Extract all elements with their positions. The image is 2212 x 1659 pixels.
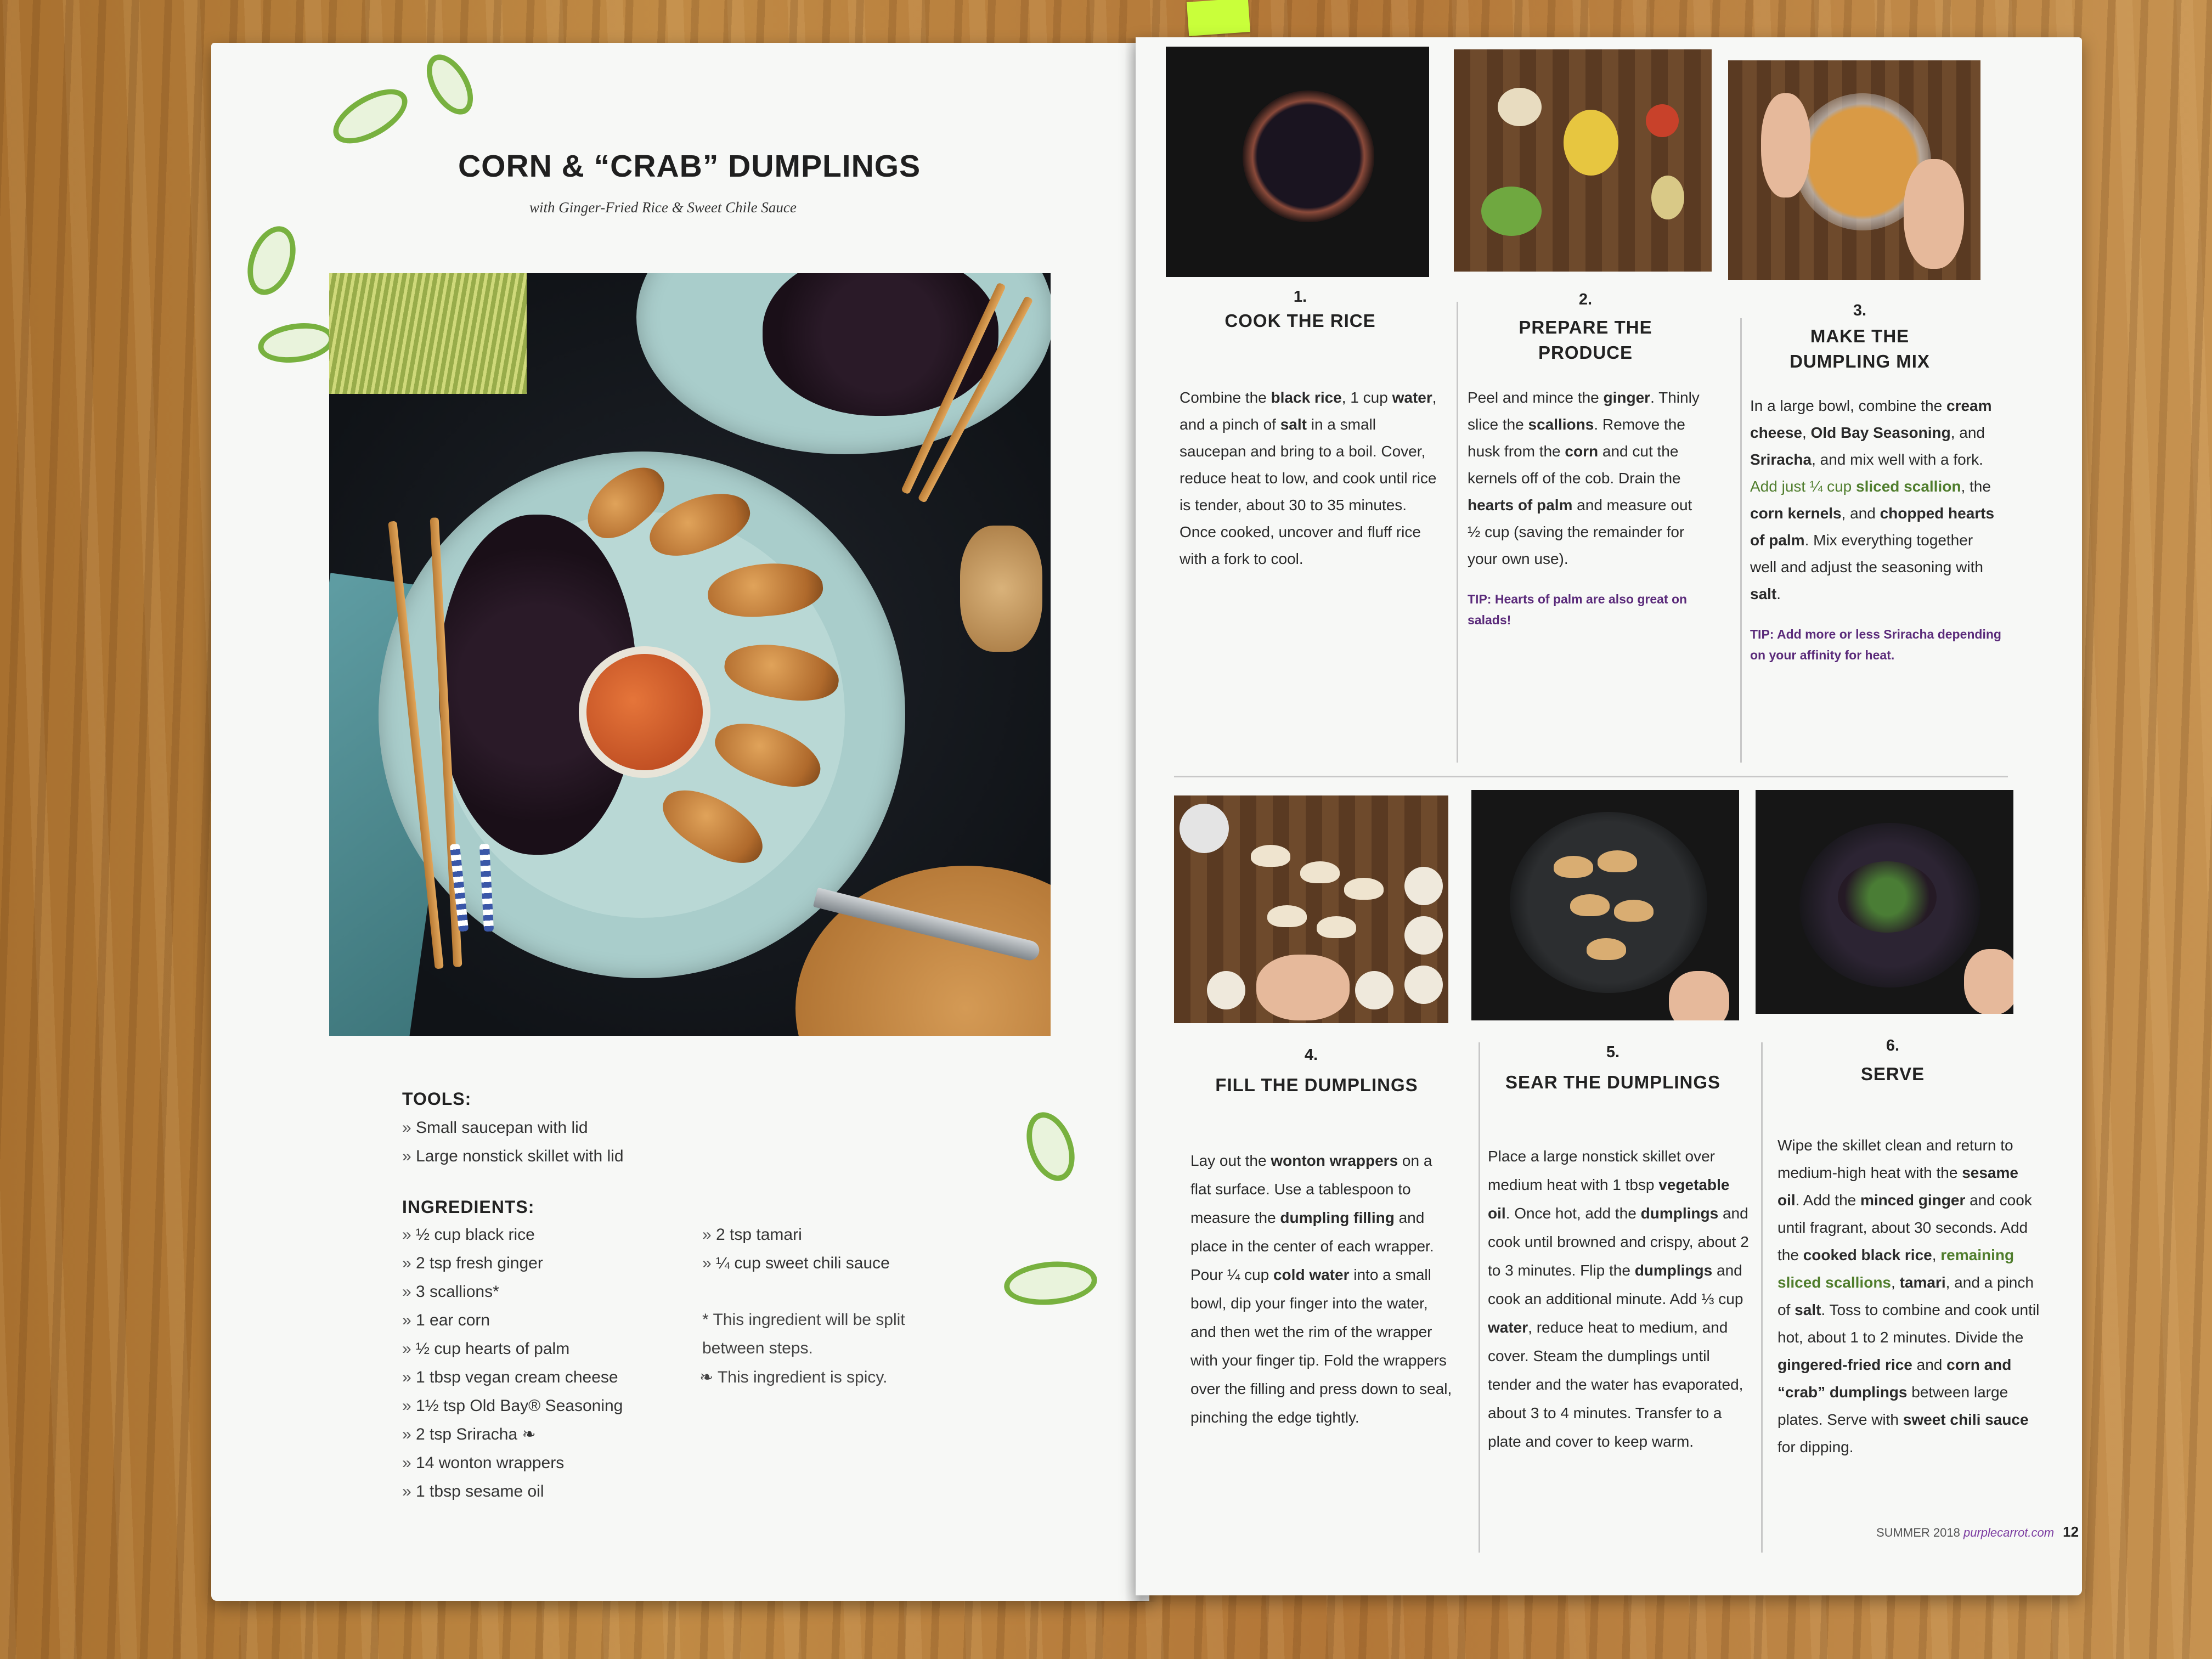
sticky-note-tab: [1186, 0, 1251, 36]
folded-dumpling: [1344, 878, 1384, 900]
ingredients-list-col1: ½ cup black rice 2 tsp fresh ginger 3 sc…: [402, 1221, 623, 1506]
list-item: 14 wonton wrappers: [402, 1449, 623, 1477]
list-item: 3 scallions*: [402, 1278, 623, 1306]
searing-dumpling: [1570, 894, 1610, 916]
recipe-subtitle: with Ginger-Fried Rice & Sweet Chile Sau…: [529, 199, 797, 216]
split-ingredient-note: * This ingredient will be split between …: [702, 1311, 905, 1357]
hand: [1256, 955, 1350, 1020]
tools-heading: TOOLS:: [402, 1089, 472, 1109]
list-item: Large nonstick skillet with lid: [402, 1142, 624, 1171]
folded-dumpling: [1267, 905, 1307, 927]
corn-husk: [329, 273, 527, 394]
list-item: ½ cup hearts of palm: [402, 1335, 623, 1363]
step4-title: FILL THE DUMPLINGS: [1215, 1075, 1418, 1095]
ingredients-heading: INGREDIENTS:: [402, 1197, 535, 1217]
step3-photo: [1728, 60, 1980, 280]
folded-dumpling: [1251, 845, 1290, 867]
list-item: 1 tbsp sesame oil: [402, 1477, 623, 1506]
step5-number: 5.: [1606, 1043, 1620, 1061]
step3-number: 3.: [1853, 302, 1867, 319]
wonton-wrapper: [1207, 971, 1245, 1009]
searing-dumpling: [1598, 850, 1637, 872]
searing-dumpling: [1587, 938, 1626, 960]
step2-photo: [1454, 49, 1712, 272]
tools-list: Small saucepan with lid Large nonstick s…: [402, 1114, 624, 1171]
saucepan: [1243, 91, 1374, 222]
folded-dumpling: [1317, 916, 1356, 938]
list-item: Small saucepan with lid: [402, 1114, 624, 1142]
wonton-wrapper: [1404, 867, 1443, 905]
column-divider: [1761, 1042, 1763, 1553]
hand: [1761, 93, 1810, 198]
hearts-of-palm-pile: [1651, 176, 1684, 219]
list-item: ½ cup black rice: [402, 1221, 623, 1249]
list-item: ¼ cup sweet chili sauce: [702, 1249, 890, 1278]
list-item: 1 tbsp vegan cream cheese: [402, 1363, 623, 1392]
step6-title: SERVE: [1860, 1064, 1925, 1084]
list-item: 2 tsp Sriracha ❧: [402, 1420, 623, 1449]
wonton-wrapper: [1404, 966, 1443, 1004]
hand: [1964, 949, 2013, 1014]
list-item: 2 tsp fresh ginger: [402, 1249, 623, 1278]
step6-instructions: Wipe the skillet clean and return to med…: [1778, 1137, 2040, 1455]
step4-photo: [1174, 795, 1448, 1023]
folded-dumpling: [1300, 861, 1340, 883]
step2-number: 2.: [1578, 291, 1593, 308]
list-item: 2 tsp tamari: [702, 1221, 890, 1249]
step1-photo: [1166, 47, 1429, 277]
step6-number: 6.: [1886, 1037, 1900, 1054]
step3-tip: TIP: Add more or less Sriracha depending…: [1750, 627, 2001, 662]
step4-number: 4.: [1304, 1046, 1318, 1064]
list-item: 1 ear corn: [402, 1306, 623, 1335]
scallion-rice: [1838, 861, 1937, 933]
step1-number: 1.: [1293, 288, 1307, 306]
step6-photo: [1756, 790, 2013, 1014]
list-item: 1½ tsp Old Bay® Seasoning: [402, 1392, 623, 1420]
ingredients-list-col2: 2 tsp tamari ¼ cup sweet chili sauce: [702, 1221, 890, 1278]
ginger-root: [960, 526, 1042, 652]
searing-dumpling: [1614, 900, 1654, 922]
wonton-wrapper: [1404, 916, 1443, 955]
ginger-pile: [1498, 88, 1542, 126]
chili-sauce-dish: [579, 646, 710, 778]
column-divider: [1740, 318, 1742, 763]
step1-title: COOK THE RICE: [1224, 311, 1376, 331]
top-plate: [636, 273, 1051, 454]
column-divider: [1457, 302, 1458, 763]
spicy-ingredient-note: ❧ This ingredient is spicy.: [699, 1368, 888, 1386]
step5-photo: [1471, 790, 1739, 1020]
step2-instructions: Peel and mince the ginger. Thinly slice …: [1468, 384, 1709, 630]
step3-instructions: In a large bowl, combine the cream chees…: [1750, 392, 2002, 665]
step2-tip: TIP: Hearts of palm are also great on sa…: [1468, 592, 1688, 627]
footer-season: SUMMER 2018: [1876, 1526, 1960, 1539]
step5-title: SEAR THE DUMPLINGS: [1505, 1072, 1721, 1092]
water-bowl: [1180, 804, 1229, 853]
step1-instructions: Combine the black rice, 1 cup water, and…: [1180, 389, 1437, 567]
footer-brand: purplecarrot.com: [1963, 1526, 2055, 1539]
scallion-pile: [1481, 187, 1542, 236]
sriracha-pile: [1646, 104, 1679, 137]
column-divider: [1479, 1042, 1480, 1553]
step2-title: PREPARE THE PRODUCE: [1519, 317, 1652, 363]
wonton-wrapper: [1355, 971, 1393, 1009]
hand: [1904, 159, 1964, 269]
page-footer: SUMMER 2018 purplecarrot.com 12: [1876, 1523, 2079, 1541]
hand: [1669, 971, 1729, 1020]
corn-pile: [1564, 110, 1618, 176]
step3-title: MAKE THE DUMPLING MIX: [1790, 326, 1930, 371]
black-rice: [763, 273, 998, 416]
step4-instructions: Lay out the wonton wrappers on a flat su…: [1190, 1152, 1452, 1426]
step5-instructions: Place a large nonstick skillet over medi…: [1488, 1148, 1749, 1450]
searing-dumpling: [1554, 856, 1593, 878]
hero-dish-photo: [329, 273, 1051, 1036]
page-number: 12: [2063, 1523, 2079, 1540]
recipe-title: CORN & “CRAB” DUMPLINGS: [458, 149, 921, 184]
row-divider: [1174, 776, 2008, 777]
